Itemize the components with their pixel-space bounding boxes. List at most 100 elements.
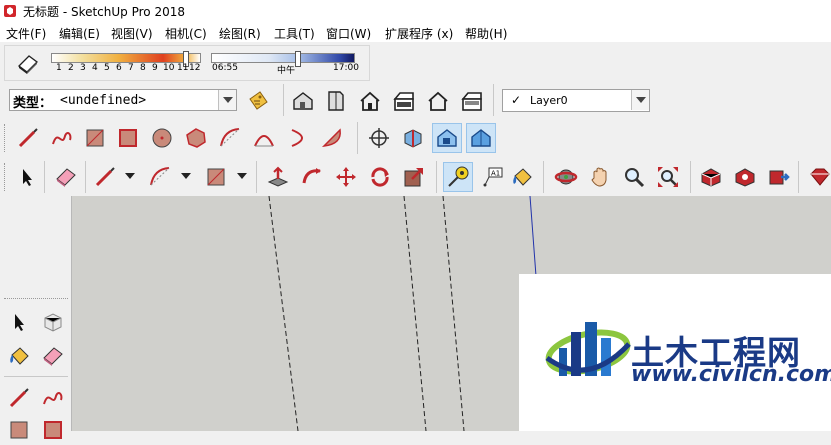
arc-dropdown-arrow[interactable]	[181, 173, 191, 179]
line-dropdown-arrow[interactable]	[125, 173, 135, 179]
section-plane-button[interactable]	[398, 123, 428, 153]
front-view-icon	[360, 91, 380, 111]
view-left-button[interactable]	[457, 86, 487, 116]
warehouse-button[interactable]	[696, 162, 726, 192]
month-tick: 7	[128, 63, 134, 73]
polygon-tool-button[interactable]	[181, 123, 211, 153]
month-tick: 5	[104, 63, 110, 73]
menu-edit[interactable]: 编辑(E)	[59, 25, 100, 42]
ruby-console-button[interactable]	[804, 162, 831, 192]
left-select-tool-button[interactable]	[4, 307, 34, 337]
tag-icon	[249, 91, 268, 110]
view-right-button[interactable]	[389, 86, 419, 116]
menu-draw[interactable]: 绘图(R)	[219, 25, 261, 42]
circle-icon	[152, 128, 172, 148]
rotated-rectangle-tool-button[interactable]	[113, 123, 143, 153]
scale-tool-button[interactable]	[399, 162, 429, 192]
menu-file[interactable]: 文件(F)	[6, 25, 46, 42]
extension-warehouse-button[interactable]	[730, 162, 760, 192]
view-top-button[interactable]	[321, 86, 351, 116]
orbit-tool-button[interactable]	[551, 162, 581, 192]
shape-dropdown-arrow[interactable]	[237, 173, 247, 179]
arc-2pt-tool-button[interactable]	[249, 123, 279, 153]
shadow-toolbar: 1 2 3 4 5 6 7 8 9 10 11 12 06:55 中午 17:0…	[4, 45, 370, 81]
toolbar-grip[interactable]	[4, 163, 8, 191]
view-iso-button[interactable]	[288, 86, 318, 116]
menu-bar: 文件(F) 编辑(E) 视图(V) 相机(C) 绘图(R) 工具(T) 窗口(W…	[0, 22, 831, 42]
menu-tools[interactable]: 工具(T)	[274, 25, 315, 42]
arc-3pt-tool-button[interactable]	[283, 123, 313, 153]
toolbar-grip[interactable]	[4, 124, 8, 152]
layer-select[interactable]: ✓ Layer0	[502, 89, 650, 112]
menu-camera[interactable]: 相机(C)	[165, 25, 207, 42]
left-eraser-button[interactable]	[38, 341, 68, 371]
paint-bucket-tool-button[interactable]	[507, 162, 537, 192]
shaded-style-button[interactable]	[466, 123, 496, 153]
menu-help[interactable]: 帮助(H)	[465, 25, 507, 42]
svg-text:A1: A1	[491, 170, 500, 178]
paint-bucket-icon	[513, 168, 532, 186]
push-pull-icon	[267, 166, 289, 187]
separator	[798, 161, 799, 193]
left-paint-bucket-button[interactable]	[4, 341, 34, 371]
view-back-button[interactable]	[423, 86, 453, 116]
line-tool-button[interactable]	[13, 123, 43, 153]
tape-measure-tool-button[interactable]	[443, 162, 473, 192]
freehand-icon	[52, 132, 72, 145]
type-select[interactable]: 类型： <undefined>	[9, 89, 237, 111]
time-slider-thumb[interactable]	[294, 51, 301, 67]
select-tool-button[interactable]	[12, 162, 42, 192]
pan-tool-button[interactable]	[585, 162, 615, 192]
rectangle-tool-button[interactable]	[80, 123, 110, 153]
type-label: 类型：	[13, 96, 53, 111]
tag-component-button[interactable]	[243, 86, 273, 116]
month-tick: 1	[56, 63, 62, 73]
toolbar-grip[interactable]	[4, 298, 68, 300]
rotate-tool-button[interactable]	[365, 162, 395, 192]
share-model-icon	[769, 170, 790, 185]
iso-house-icon	[293, 92, 313, 110]
arc-icon	[150, 167, 170, 186]
move-tool-button[interactable]	[331, 162, 361, 192]
arc-tool-button[interactable]	[215, 123, 245, 153]
freehand-tool-button[interactable]	[47, 123, 77, 153]
text-tool-button[interactable]: A1	[477, 162, 507, 192]
pie-icon	[321, 128, 341, 147]
eraser-icon	[56, 168, 76, 187]
shape-dropdown-tool-button[interactable]	[201, 162, 231, 192]
menu-extensions[interactable]: 扩展程序 (x)	[385, 25, 453, 42]
pencil-tool-button[interactable]	[90, 162, 120, 192]
circle-tool-button[interactable]	[147, 123, 177, 153]
left-rectangle-tool-button[interactable]	[4, 415, 34, 445]
pencil-icon	[18, 128, 38, 148]
polygon-icon	[186, 128, 206, 148]
layer-check-icon: ✓	[511, 93, 522, 107]
position-camera-button[interactable]	[364, 123, 394, 153]
eraser-shadow-toggle-icon[interactable]	[15, 52, 41, 74]
eraser-tool-button[interactable]	[51, 162, 81, 192]
view-front-button[interactable]	[355, 86, 385, 116]
push-pull-tool-button[interactable]	[263, 162, 293, 192]
time-slider-track[interactable]	[211, 51, 355, 67]
zoom-extents-tool-button[interactable]	[653, 162, 683, 192]
left-rotated-rectangle-button[interactable]	[38, 415, 68, 445]
month-tick: 9	[152, 63, 158, 73]
pencil-icon	[9, 388, 29, 408]
rotated-rectangle-icon	[44, 421, 62, 439]
follow-me-tool-button[interactable]	[297, 162, 327, 192]
menu-view[interactable]: 视图(V)	[111, 25, 153, 42]
layer-select-arrow[interactable]	[631, 90, 649, 110]
zoom-tool-button[interactable]	[619, 162, 649, 192]
xray-style-button[interactable]	[432, 123, 462, 153]
warehouse-icon	[701, 168, 721, 187]
month-slider-track[interactable]	[51, 51, 201, 67]
left-make-component-button[interactable]	[38, 307, 68, 337]
month-tick: 3	[80, 63, 86, 73]
menu-window[interactable]: 窗口(W)	[326, 25, 371, 42]
share-model-button[interactable]	[764, 162, 794, 192]
type-select-arrow[interactable]	[218, 90, 236, 110]
pie-tool-button[interactable]	[317, 123, 347, 153]
arc-dropdown-tool-button[interactable]	[145, 162, 175, 192]
left-freehand-tool-button[interactable]	[38, 383, 68, 413]
left-line-tool-button[interactable]	[4, 383, 34, 413]
